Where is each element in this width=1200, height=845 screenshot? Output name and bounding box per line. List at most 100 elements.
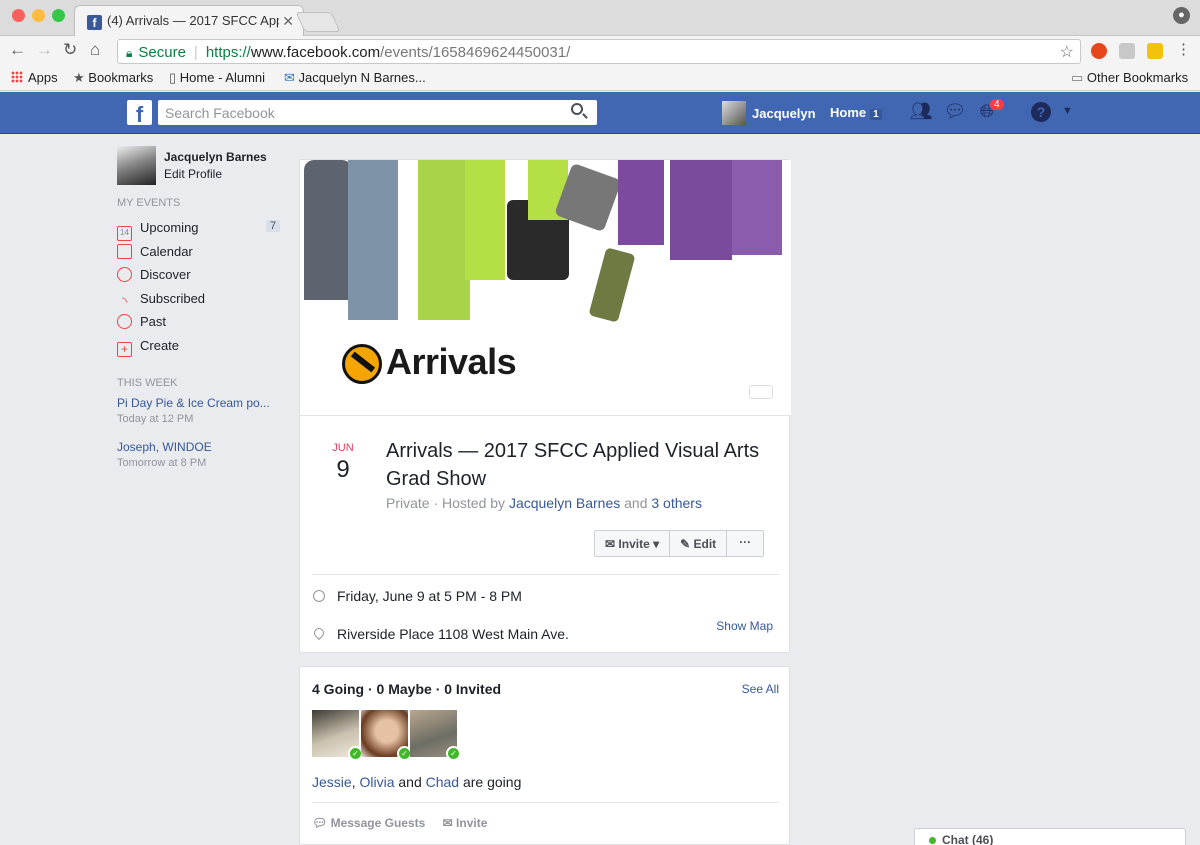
minimize-window-button[interactable] <box>32 9 45 22</box>
facebook-top-bar: f Search Facebook Jacquelyn Home 1 👥︎ 💬︎ … <box>0 92 1200 134</box>
guest-avatar[interactable]: ✓ <box>410 710 461 761</box>
back-arrow-icon[interactable]: ← <box>9 40 26 60</box>
edit-button[interactable]: ✎ Edit <box>670 531 728 556</box>
search-input[interactable]: Search Facebook <box>158 100 597 125</box>
calendar-icon <box>117 244 132 259</box>
going-names: Jessie, Olivia and Chad are going <box>312 774 522 790</box>
reload-icon[interactable]: ↻ <box>63 40 77 60</box>
browser-tab[interactable]: f (4) Arrivals — 2017 SFCC Applied Visual… <box>74 5 304 36</box>
bookmark-home-alumni[interactable]: ▯ Home - Alumni <box>169 70 265 86</box>
extension-note-icon[interactable] <box>1147 43 1163 59</box>
bookmarks-bar: Apps ★ Bookmarks ▯ Home - Alumni ✉ Jacqu… <box>0 66 1200 91</box>
sidebar-item-calendar[interactable]: Calendar <box>117 244 193 259</box>
bookmark-star-icon[interactable]: ☆ <box>1060 42 1074 62</box>
compass-icon <box>117 267 132 282</box>
edit-profile-link[interactable]: Edit Profile <box>164 167 222 181</box>
clock-icon <box>313 590 325 602</box>
guest-link[interactable]: Jessie <box>312 774 352 790</box>
profile-link[interactable]: Jacquelyn <box>722 101 816 125</box>
cover-luggage <box>588 247 636 323</box>
profile-icon[interactable]: ● <box>1173 7 1190 24</box>
cover-figure <box>732 160 782 255</box>
host-link[interactable]: Jacquelyn Barnes <box>509 495 620 511</box>
apps-grid-icon <box>11 71 23 83</box>
notification-badge: 4 <box>989 98 1005 111</box>
see-all-link[interactable]: See All <box>742 682 779 696</box>
envelope-icon: ✉ <box>442 816 453 830</box>
chat-bar[interactable]: Chat (46) <box>914 828 1186 845</box>
avatar <box>117 146 156 185</box>
event-cover-photo[interactable]: Arrivals <box>300 160 791 416</box>
other-bookmarks[interactable]: ▭ Other Bookmarks <box>1071 70 1188 86</box>
home-icon[interactable]: ⌂ <box>90 40 100 60</box>
this-week-header: This Week <box>117 377 178 389</box>
cover-title: Arrivals <box>386 341 517 382</box>
mail-icon: ✉ <box>284 70 295 85</box>
folder-icon: ▭ <box>1071 70 1084 85</box>
guest-link[interactable]: Chad <box>426 774 459 790</box>
extension-icon[interactable] <box>1119 43 1135 59</box>
sidebar-name[interactable]: Jacquelyn Barnes <box>164 150 267 164</box>
secure-label: Secure <box>138 44 186 61</box>
message-guests-button[interactable]: 💬︎ Message Guests <box>312 816 425 830</box>
sidebar-item-subscribed[interactable]: ◝ Subscribed <box>117 291 205 311</box>
tab-title: (4) Arrivals — 2017 SFCC Applied Visual … <box>107 13 279 28</box>
facebook-logo[interactable]: f <box>127 100 152 127</box>
invite-link[interactable]: ✉ Invite <box>443 816 488 830</box>
upcoming-count-badge: 7 <box>266 220 281 232</box>
invite-button[interactable]: ✉ Invite ▾ <box>595 531 671 556</box>
extension-stumbleupon-icon[interactable] <box>1091 43 1107 59</box>
show-map-link[interactable]: Show Map <box>716 619 773 633</box>
close-tab-icon[interactable]: ✕ <box>282 13 294 30</box>
forward-arrow-icon[interactable]: → <box>36 40 53 60</box>
others-link[interactable]: 3 others <box>651 495 702 511</box>
event-day: 9 <box>336 456 350 483</box>
chevron-down-icon[interactable]: ▼ <box>1062 105 1073 117</box>
search-placeholder: Search Facebook <box>165 105 275 121</box>
home-count-badge: 1 <box>870 109 882 120</box>
event-date: JUN 9 <box>330 442 356 484</box>
url-host: www.facebook.com <box>250 44 381 61</box>
arrivals-logo-icon <box>342 344 382 384</box>
maximize-window-button[interactable] <box>52 9 65 22</box>
sidebar-item-create[interactable]: + Create <box>117 338 179 357</box>
week-event-link[interactable]: Joseph, WINDOE <box>117 440 212 454</box>
bookmark-mail[interactable]: ✉ Jacquelyn N Barnes... <box>284 70 426 86</box>
event-card: Arrivals JUN 9 Arrivals — 2017 SFCC Appl… <box>299 159 791 653</box>
more-button[interactable]: ··· <box>727 531 763 556</box>
event-actions: ✉ Invite ▾ ✎ Edit ··· <box>594 530 765 557</box>
event-location: Riverside Place 1108 West Main Ave. <box>337 626 569 642</box>
plus-icon: + <box>117 342 132 357</box>
online-dot-icon <box>929 837 936 844</box>
guest-avatar[interactable]: ✓ <box>361 710 412 761</box>
cover-figure <box>670 160 732 260</box>
week-event-link[interactable]: Pi Day Pie & Ice Cream po... <box>117 396 270 410</box>
sidebar-item-upcoming[interactable]: 14 Upcoming <box>117 220 199 241</box>
cover-figure <box>418 160 470 320</box>
browser-tabstrip: f (4) Arrivals — 2017 SFCC Applied Visual… <box>0 0 1200 36</box>
clock-icon <box>117 314 132 329</box>
pencil-icon: ✎ <box>680 537 691 551</box>
guest-avatar[interactable]: ✓ <box>312 710 363 761</box>
messenger-icon[interactable]: 💬︎ <box>943 101 967 125</box>
bookmark-bookmarks[interactable]: ★ Bookmarks <box>73 70 153 86</box>
address-bar[interactable]: 🔒︎ Secure | https://www.facebook.com/events… <box>117 39 1081 64</box>
divider <box>312 802 779 803</box>
menu-dots-icon[interactable]: ⋮ <box>1176 40 1191 58</box>
help-icon[interactable]: ? <box>1031 102 1051 122</box>
sidebar-item-past[interactable]: Past <box>117 314 166 329</box>
event-time: Friday, June 9 at 5 PM - 8 PM <box>337 588 522 604</box>
week-event-time: Today at 12 PM <box>117 413 194 425</box>
home-link[interactable]: Home 1 <box>830 105 882 120</box>
guest-link[interactable]: Olivia <box>359 774 394 790</box>
lock-icon: 🔒︎ <box>126 46 133 60</box>
search-icon[interactable] <box>571 103 583 115</box>
bookmark-apps[interactable]: Apps <box>11 70 58 85</box>
check-icon: ✓ <box>446 746 461 761</box>
my-events-header: My Events <box>117 197 181 209</box>
camera-icon[interactable] <box>749 385 773 399</box>
close-window-button[interactable] <box>12 9 25 22</box>
divider <box>312 574 779 575</box>
sidebar-item-discover[interactable]: Discover <box>117 267 191 282</box>
friend-requests-icon[interactable]: 👥︎ <box>909 101 933 125</box>
